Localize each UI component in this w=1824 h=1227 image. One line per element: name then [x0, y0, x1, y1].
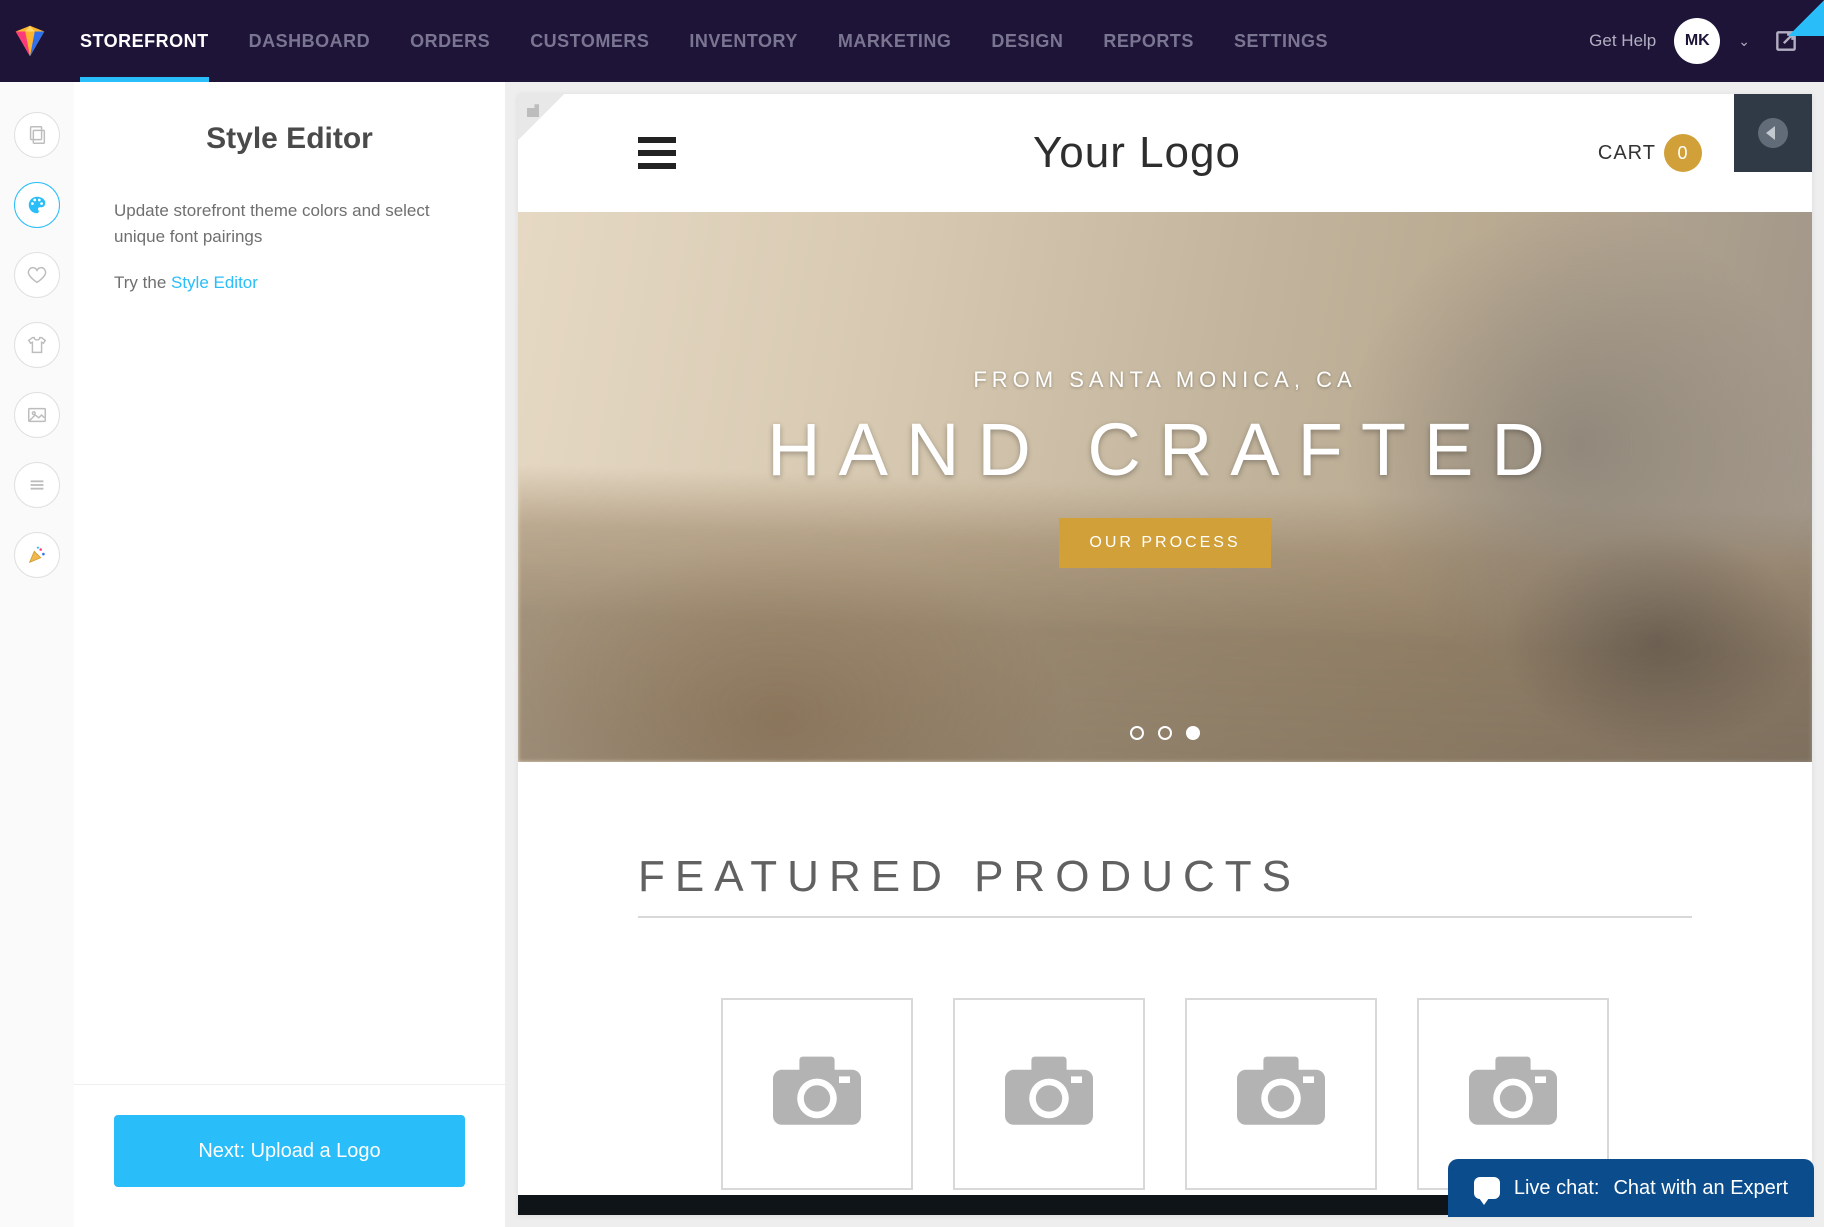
chat-prefix: Live chat:: [1514, 1177, 1600, 1200]
corner-fold-icon[interactable]: [518, 94, 564, 140]
nav-dashboard[interactable]: DASHBOARD: [249, 1, 371, 82]
nav-reports[interactable]: REPORTS: [1103, 1, 1194, 82]
rail-palette-icon[interactable]: [14, 182, 60, 228]
preview-area: Your Logo CART 0 FROM SANTA MONICA, CA H…: [506, 82, 1824, 1227]
rail-shirt-icon[interactable]: [14, 322, 60, 368]
hamburger-icon[interactable]: [638, 137, 676, 169]
product-placeholder[interactable]: [1185, 998, 1377, 1190]
nav-design[interactable]: DESIGN: [991, 1, 1063, 82]
carousel-dot-3[interactable]: [1186, 726, 1200, 740]
next-upload-logo-button[interactable]: Next: Upload a Logo: [114, 1115, 465, 1187]
cart-label: CART: [1598, 142, 1656, 165]
nav-right: Get Help MK ⌄: [1589, 18, 1804, 64]
hero-title: HAND CRAFTED: [767, 407, 1563, 492]
product-placeholder[interactable]: [953, 998, 1145, 1190]
preview-mode-tab[interactable]: [1734, 94, 1812, 172]
cart-count-badge: 0: [1664, 134, 1702, 172]
carousel-dot-2[interactable]: [1158, 726, 1172, 740]
cart-link[interactable]: CART 0: [1598, 134, 1702, 172]
style-editor-link[interactable]: Style Editor: [171, 273, 258, 292]
panel-description: Update storefront theme colors and selec…: [114, 198, 465, 249]
panel-try-text: Try the Style Editor: [114, 273, 465, 293]
rail-confetti-icon[interactable]: [14, 532, 60, 578]
nav-customers[interactable]: CUSTOMERS: [530, 1, 649, 82]
chat-widget[interactable]: Live chat: Chat with an Expert: [1448, 1159, 1814, 1217]
sidebar-panel: Style Editor Update storefront theme col…: [74, 82, 506, 1227]
nav-orders[interactable]: ORDERS: [410, 1, 490, 82]
product-placeholder[interactable]: [721, 998, 913, 1190]
rail-image-icon[interactable]: [14, 392, 60, 438]
panel-title: Style Editor: [114, 122, 465, 156]
nav-inventory[interactable]: INVENTORY: [689, 1, 798, 82]
avatar[interactable]: MK: [1674, 18, 1720, 64]
featured-title: FEATURED PRODUCTS: [638, 852, 1692, 918]
storefront-preview: Your Logo CART 0 FROM SANTA MONICA, CA H…: [518, 94, 1812, 1215]
store-logo-text: Your Logo: [1033, 128, 1241, 178]
featured-section: FEATURED PRODUCTS: [518, 762, 1812, 1215]
open-external-icon[interactable]: [1768, 23, 1804, 59]
carousel-dots: [1130, 726, 1200, 740]
hero-eyebrow: FROM SANTA MONICA, CA: [973, 367, 1356, 393]
store-header: Your Logo CART 0: [518, 94, 1812, 212]
panel-try-prefix: Try the: [114, 273, 171, 292]
globe-icon: [1758, 118, 1788, 148]
rail-heart-icon[interactable]: [14, 252, 60, 298]
chat-label: Chat with an Expert: [1613, 1177, 1788, 1200]
rail-lines-icon[interactable]: [14, 462, 60, 508]
nav-items: STOREFRONT DASHBOARD ORDERS CUSTOMERS IN…: [80, 1, 1589, 82]
get-help-link[interactable]: Get Help: [1589, 31, 1656, 51]
carousel-dot-1[interactable]: [1130, 726, 1144, 740]
chevron-down-icon[interactable]: ⌄: [1738, 33, 1750, 50]
nav-marketing[interactable]: MARKETING: [838, 1, 952, 82]
hero-cta-button[interactable]: OUR PROCESS: [1059, 518, 1270, 568]
nav-settings[interactable]: SETTINGS: [1234, 1, 1328, 82]
icon-rail: [0, 82, 74, 1227]
chat-bubble-icon: [1474, 1177, 1500, 1199]
hero-banner: FROM SANTA MONICA, CA HAND CRAFTED OUR P…: [518, 212, 1812, 762]
nav-storefront[interactable]: STOREFRONT: [80, 1, 209, 82]
rail-pages-icon[interactable]: [14, 112, 60, 158]
top-nav: STOREFRONT DASHBOARD ORDERS CUSTOMERS IN…: [0, 0, 1824, 82]
app-logo[interactable]: [0, 0, 60, 82]
